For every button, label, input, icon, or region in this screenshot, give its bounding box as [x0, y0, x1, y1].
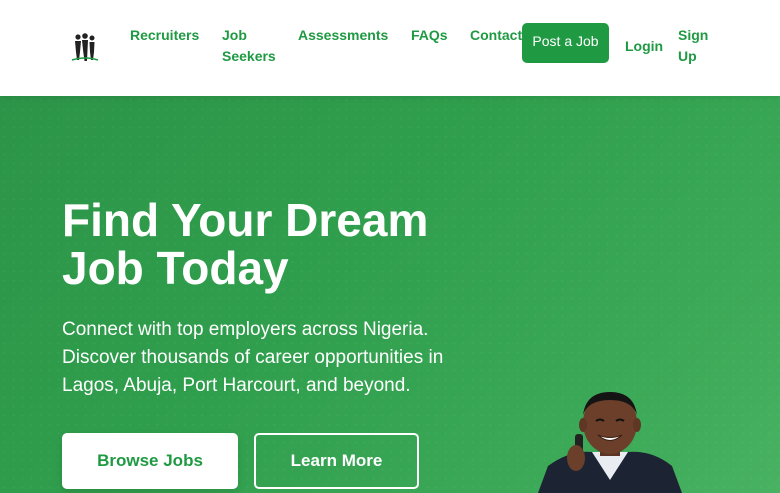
post-job-button[interactable]: Post a Job — [522, 23, 609, 63]
site-header: Recruiters Job Seekers Assessments FAQs … — [0, 0, 780, 96]
login-link[interactable]: Login — [625, 36, 663, 57]
smiling-man-on-phone-image — [530, 388, 690, 493]
nav-assessments[interactable]: Assessments — [298, 25, 388, 46]
nav-recruiters[interactable]: Recruiters — [130, 25, 199, 46]
nav-faqs[interactable]: FAQs — [411, 25, 448, 46]
nav-job-seekers[interactable]: Job Seekers — [222, 25, 282, 67]
hero-section: Find Your Dream Job Today Connect with t… — [0, 96, 780, 493]
group-of-people-icon[interactable] — [70, 32, 100, 64]
browse-jobs-button[interactable]: Browse Jobs — [62, 433, 238, 489]
hero-title: Find Your Dream Job Today — [62, 194, 429, 294]
hero-subtitle: Connect with top employers across Nigeri… — [62, 319, 444, 396]
learn-more-button[interactable]: Learn More — [254, 433, 419, 489]
signup-link[interactable]: Sign Up — [678, 25, 718, 67]
nav-contact[interactable]: Contact — [470, 25, 522, 46]
